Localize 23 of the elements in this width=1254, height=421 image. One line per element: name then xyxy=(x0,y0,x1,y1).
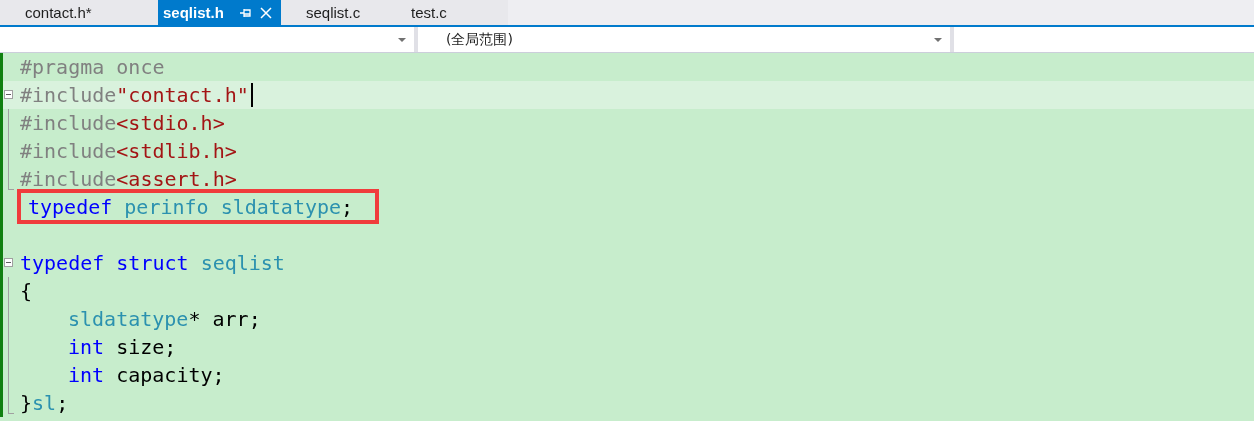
pin-icon[interactable] xyxy=(239,7,252,18)
file-tab[interactable]: seqlist.c xyxy=(281,0,386,25)
code-line: typedef struct seqlist xyxy=(20,251,285,276)
code-line: #include<assert.h> xyxy=(20,166,237,191)
code-line: { xyxy=(20,279,33,304)
close-icon[interactable] xyxy=(259,6,272,19)
collapse-icon[interactable] xyxy=(4,89,13,99)
dropdown-arrow-icon xyxy=(398,37,406,42)
collapse-icon[interactable] xyxy=(4,258,13,268)
file-tab[interactable]: contact.h* xyxy=(0,0,158,25)
code-line: }sl; xyxy=(20,390,69,415)
code-line: #include<stdio.h> xyxy=(20,110,225,135)
code-line: sldatatype* arr; xyxy=(68,307,261,332)
code-line: int capacity; xyxy=(68,362,225,387)
file-tab[interactable]: test.c xyxy=(386,0,508,25)
code-line: typedef perinfo sldatatype; xyxy=(28,194,354,219)
code-line: #include<stdlib.h> xyxy=(20,138,237,163)
file-tab[interactable]: seqlist.h xyxy=(158,0,281,25)
code-line: #include"contact.h" xyxy=(20,82,249,107)
dropdown-arrow-icon xyxy=(934,37,942,42)
code-line: #pragma once xyxy=(20,54,165,79)
text-cursor xyxy=(250,82,253,107)
code-line: int size; xyxy=(68,334,177,359)
